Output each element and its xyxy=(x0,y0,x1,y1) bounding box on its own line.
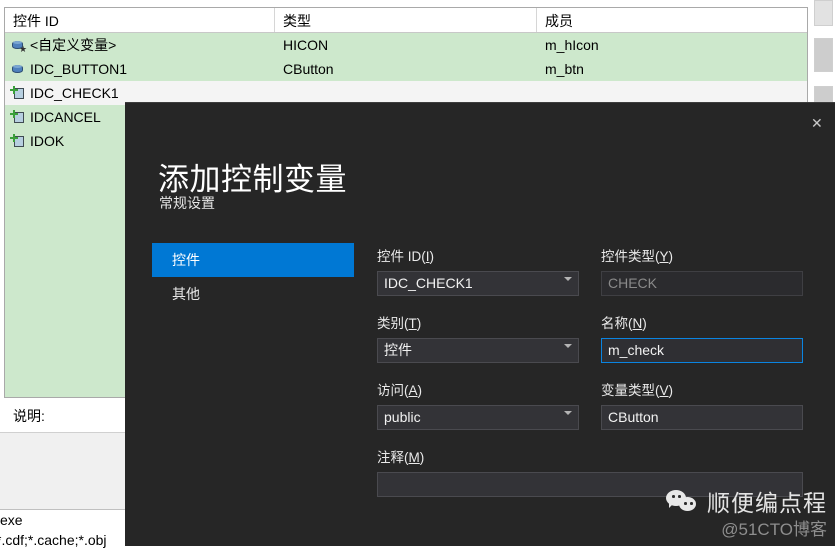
nav-item-other[interactable]: 其他 xyxy=(152,277,354,311)
form-row-comment: 注释(M) xyxy=(377,446,817,497)
bottom-text-exe: exe xyxy=(0,512,23,528)
column-header-type[interactable]: 类型 xyxy=(275,8,537,32)
table-row[interactable]: IDC_BUTTON1 CButton m_btn xyxy=(5,57,807,81)
column-header-member[interactable]: 成员 xyxy=(537,8,807,32)
column-header-control-id[interactable]: 控件 ID xyxy=(5,8,275,32)
label-access: 访问(A) xyxy=(377,383,423,398)
variable-icon xyxy=(10,61,26,77)
add-control-variable-dialog: ✕ 添加控制变量 常规设置 控件 其他 控件 ID(I) IDC_CHECK1 … xyxy=(125,102,835,546)
access-combobox[interactable]: public xyxy=(377,405,579,430)
comment-input[interactable] xyxy=(377,472,803,497)
control-add-icon xyxy=(10,133,26,149)
variable-type-field[interactable]: CButton xyxy=(601,405,803,430)
control-add-icon xyxy=(10,109,26,125)
label-variable-type: 变量类型(V) xyxy=(601,383,674,398)
description-label: 说明: xyxy=(13,408,45,424)
row-id-label: IDCANCEL xyxy=(30,109,101,125)
cell-control-id: ★ <自定义变量> xyxy=(5,35,275,55)
row-id-label: IDOK xyxy=(30,133,65,149)
chevron-down-icon[interactable] xyxy=(564,277,572,281)
dialog-nav-list: 控件 其他 xyxy=(152,243,354,311)
label-comment: 注释(M) xyxy=(377,450,425,465)
cell-control-id: IDC_BUTTON1 xyxy=(5,61,275,77)
nav-item-control[interactable]: 控件 xyxy=(152,243,354,277)
name-input[interactable]: m_check xyxy=(601,338,803,363)
row-id-label: IDC_CHECK1 xyxy=(30,85,119,101)
cell-type: CButton xyxy=(283,61,334,77)
field-access: 访问(A) public xyxy=(377,379,579,430)
cell-type: HICON xyxy=(283,37,329,53)
label-control-type: 控件类型(Y) xyxy=(601,249,674,264)
row-id-label: <自定义变量> xyxy=(30,37,117,53)
scrollbar-block-1[interactable] xyxy=(814,0,833,26)
variable-icon: ★ xyxy=(10,37,27,54)
close-icon[interactable]: ✕ xyxy=(811,113,833,133)
label-name: 名称(N) xyxy=(601,316,647,331)
field-variable-type: 变量类型(V) CButton xyxy=(601,379,803,430)
form-row-category-name: 类别(T) 控件 名称(N) m_check xyxy=(377,312,817,363)
cell-member: m_btn xyxy=(545,61,584,77)
cell-member: m_hIcon xyxy=(545,37,599,53)
dialog-form: 控件 ID(I) IDC_CHECK1 控件类型(Y) CHECK 类别(T) … xyxy=(377,245,817,513)
control-add-icon xyxy=(10,85,26,101)
category-combobox[interactable]: 控件 xyxy=(377,338,579,363)
row-id-label: IDC_BUTTON1 xyxy=(30,61,127,77)
field-name: 名称(N) m_check xyxy=(601,312,803,363)
control-type-field: CHECK xyxy=(601,271,803,296)
scrollbar-thumb[interactable] xyxy=(814,38,833,72)
label-control-id: 控件 ID(I) xyxy=(377,249,435,264)
table-row[interactable]: ★ <自定义变量> HICON m_hIcon xyxy=(5,33,807,57)
field-comment: 注释(M) xyxy=(377,446,803,497)
label-category: 类别(T) xyxy=(377,316,422,331)
right-scrollbar[interactable] xyxy=(812,0,835,102)
field-control-type: 控件类型(Y) CHECK xyxy=(601,245,803,296)
list-header-row: 控件 ID 类型 成员 xyxy=(5,8,807,33)
control-id-combobox[interactable]: IDC_CHECK1 xyxy=(377,271,579,296)
form-row-access-vartype: 访问(A) public 变量类型(V) CButton xyxy=(377,379,817,430)
chevron-down-icon[interactable] xyxy=(564,411,572,415)
field-control-id: 控件 ID(I) IDC_CHECK1 xyxy=(377,245,579,296)
scrollbar-block-3[interactable] xyxy=(814,86,833,102)
dialog-subtitle: 常规设置 xyxy=(159,195,215,211)
chevron-down-icon[interactable] xyxy=(564,344,572,348)
form-row-id-type: 控件 ID(I) IDC_CHECK1 控件类型(Y) CHECK xyxy=(377,245,817,296)
watermark-subtitle: @51CTO博客 xyxy=(721,520,827,539)
field-category: 类别(T) 控件 xyxy=(377,312,579,363)
cell-control-id: IDC_CHECK1 xyxy=(5,85,275,101)
